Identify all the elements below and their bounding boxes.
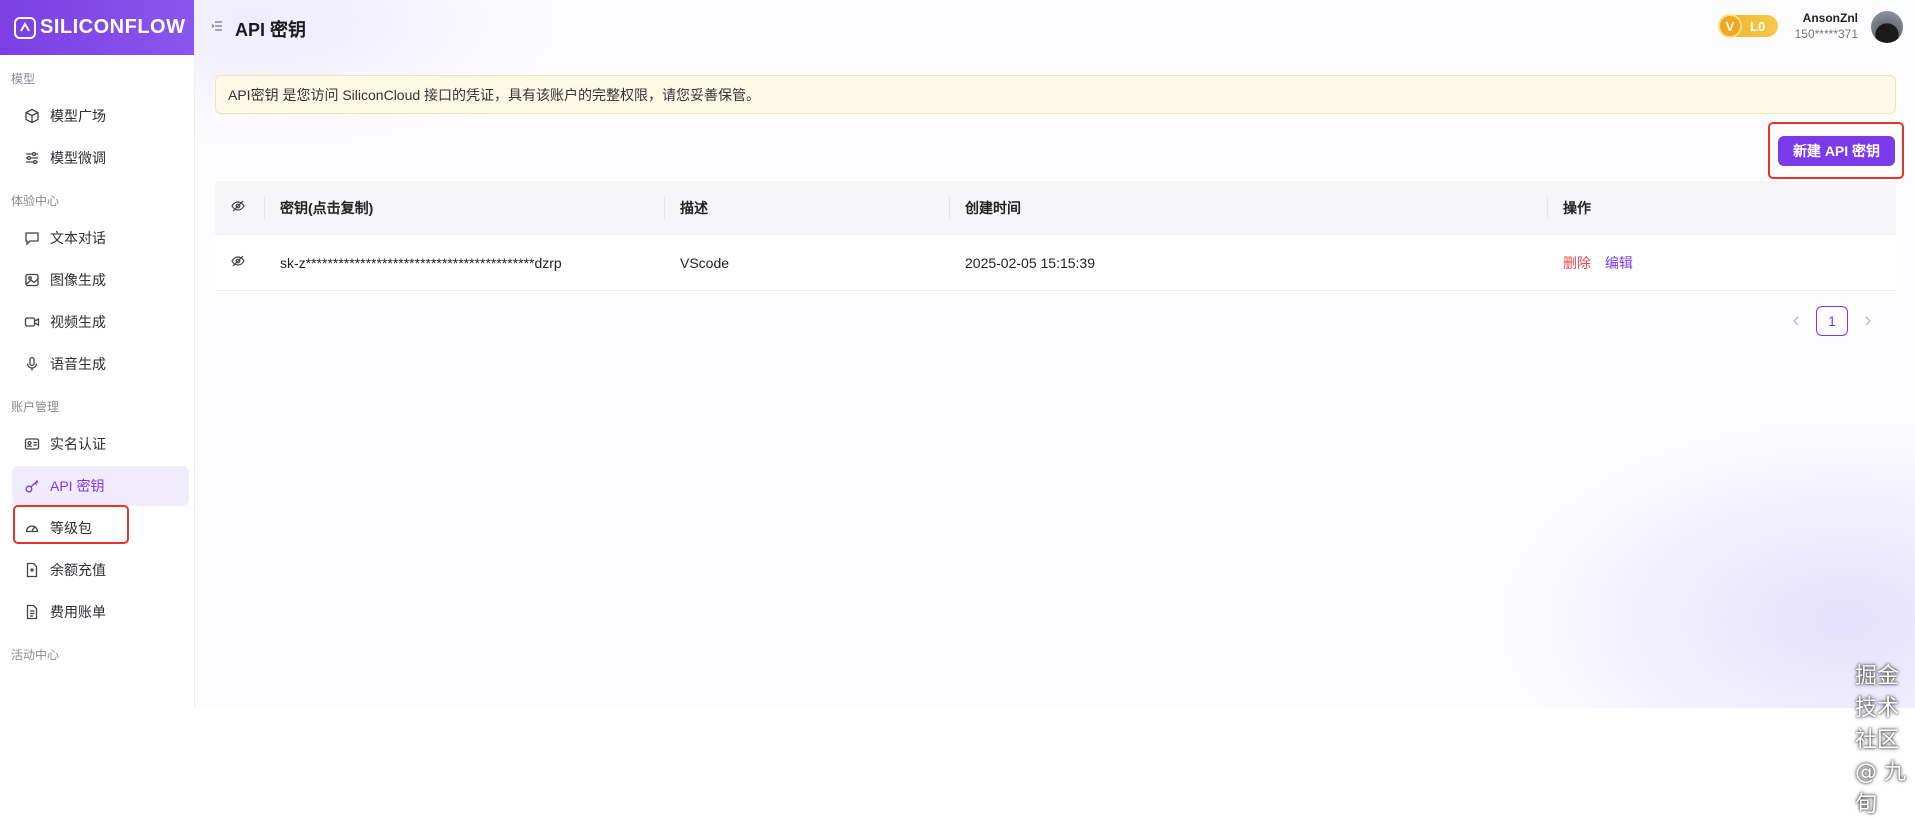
avatar[interactable] [1871,11,1903,43]
page-title: API 密钥 [235,20,307,40]
image-icon [24,272,40,288]
eye-off-icon [231,199,245,213]
sidebar-section-title: 模型 [11,72,36,86]
sidebar-item-real-name[interactable]: 实名认证 [12,424,189,464]
delete-link[interactable]: 删除 [1563,255,1591,271]
id-card-icon [24,436,40,452]
sidebar-section-title: 活动中心 [11,648,60,662]
vip-icon: V [1718,14,1742,38]
sidebar-item-recharge[interactable]: 余额充值 [12,550,189,590]
user-name[interactable]: AnsonZnl [1803,11,1858,25]
sidebar-item-model-square[interactable]: 模型广场 [12,96,189,136]
notice-text: API密钥 是您访问 SiliconCloud 接口的凭证，具有该账户的完整权限… [228,86,761,103]
sidebar-item-text-chat[interactable]: 文本对话 [12,218,189,258]
brand-logo[interactable]: SILICONFLOW [0,0,194,55]
collapse-menu-icon[interactable] [211,20,223,35]
chevron-left-icon[interactable] [1780,306,1812,336]
key-description: VScode [664,234,949,291]
top-bar: API 密钥 V L0 AnsonZnl 150*****371 [195,0,1915,55]
watermark: 掘金技术社区 @ 九旬 [1855,664,1906,817]
table-header-row: 密钥(点击复制) 描述 创建时间 操作 [215,181,1896,235]
siliconflow-logo-icon [14,16,36,39]
toggle-all-visibility[interactable] [215,181,264,235]
wallet-icon [24,562,40,578]
new-api-key-button[interactable]: 新建 API 密钥 [1778,136,1895,166]
sidebar-item-label: 语音生成 [50,356,106,372]
sidebar-item-label: 实名认证 [50,436,106,452]
chat-icon [24,230,40,246]
sidebar-item-label: 余额充值 [50,562,106,578]
cube-icon [24,108,40,124]
level-label: L0 [1750,18,1766,34]
row-actions: 删除 编辑 [1547,234,1896,291]
user-phone: 150*****371 [1794,27,1858,41]
key-created-time: 2025-02-05 15:15:39 [949,234,1547,291]
column-header-key: 密钥(点击复制) [264,181,664,235]
video-icon [24,314,40,330]
sidebar-item-video-gen[interactable]: 视频生成 [12,302,189,342]
level-badge[interactable]: V L0 [1718,14,1778,38]
mic-icon [24,356,40,372]
api-keys-table: 密钥(点击复制) 描述 创建时间 操作 sk-z****************… [215,181,1896,291]
eye-off-icon [231,254,245,268]
sidebar-item-label: 模型广场 [50,108,106,124]
gauge-icon [24,520,40,536]
receipt-icon [24,604,40,620]
column-header-description: 描述 [664,181,949,235]
sidebar-item-label: 图像生成 [50,272,106,288]
sidebar-item-label: API 密钥 [50,478,105,494]
sidebar-item-label: 模型微调 [50,150,106,166]
notice-banner: API密钥 是您访问 SiliconCloud 接口的凭证，具有该账户的完整权限… [215,75,1896,114]
pagination: 1 [1780,306,1884,336]
chevron-right-icon[interactable] [1852,306,1884,336]
column-header-actions: 操作 [1547,181,1896,235]
sidebar-section-title: 体验中心 [11,194,60,208]
sidebar-item-voice-gen[interactable]: 语音生成 [12,344,189,384]
sidebar-item-level-pack[interactable]: 等级包 [12,508,189,548]
brand-name: SILICONFLOW [40,16,186,38]
sidebar-item-label: 文本对话 [50,230,106,246]
sidebar-item-api-keys[interactable]: API 密钥 [12,466,189,506]
sidebar-item-label: 费用账单 [50,604,106,620]
key-icon [24,478,40,494]
sidebar-item-label: 等级包 [50,520,92,536]
page-number-current[interactable]: 1 [1816,306,1848,336]
sidebar-item-label: 视频生成 [50,314,106,330]
main-content: API 密钥 V L0 AnsonZnl 150*****371 API密钥 是… [195,0,1915,817]
sidebar: SILICONFLOW 模型 模型广场 模型微调 体验中心 文本对话 图像生成 … [0,0,195,708]
api-key-value[interactable]: sk-z************************************… [264,234,664,291]
sidebar-section-title: 账户管理 [11,400,60,414]
column-header-created: 创建时间 [949,181,1547,235]
sidebar-item-model-finetune[interactable]: 模型微调 [12,138,189,178]
table-row: sk-z************************************… [215,234,1896,291]
edit-link[interactable]: 编辑 [1605,255,1633,271]
sidebar-item-billing[interactable]: 费用账单 [12,592,189,632]
toggle-key-visibility[interactable] [215,234,264,291]
sidebar-item-image-gen[interactable]: 图像生成 [12,260,189,300]
sliders-icon [24,150,40,166]
